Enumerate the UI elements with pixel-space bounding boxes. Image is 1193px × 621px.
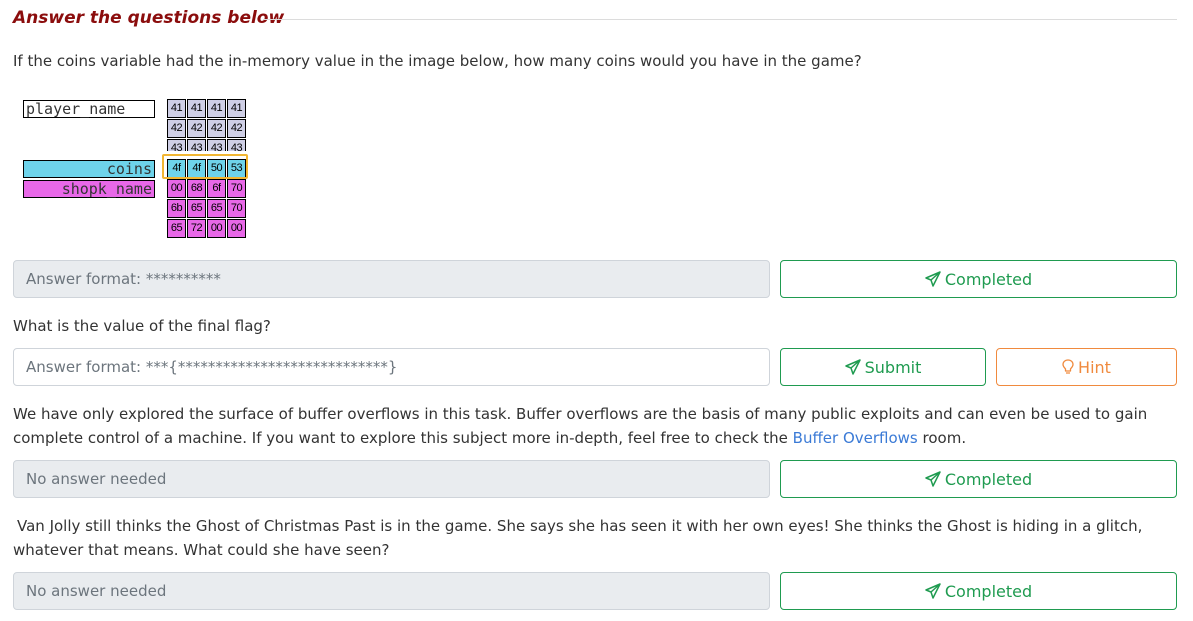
submit-button[interactable]: Submit [780, 348, 986, 386]
coins-label: coins [23, 160, 155, 178]
memory-cell: 6b [167, 199, 186, 218]
memory-cell: 41 [187, 99, 206, 118]
coins-highlight [162, 154, 248, 179]
completed-button-1[interactable]: Completed [780, 260, 1177, 298]
completed-label-3: Completed [944, 469, 1033, 489]
paper-plane-icon [925, 583, 941, 599]
memory-diagram: player_name coins shopk_name 41 41 41 41 42 4… [22, 99, 252, 241]
question-4-text: Van Jolly still thinks the Ghost of Chri… [13, 517, 1143, 559]
memory-cell: 41 [227, 99, 246, 118]
question-2-text: What is the value of the final flag? [13, 317, 271, 335]
memory-cell: 42 [187, 119, 206, 138]
completed-button-4[interactable]: Completed [780, 572, 1177, 610]
memory-cell: 43 [207, 139, 226, 151]
memory-cell: 6f [207, 179, 226, 198]
question-3-text-end: room. [917, 429, 967, 447]
memory-cell: 42 [227, 119, 246, 138]
question-3-text-start: We have only explored the surface of buf… [13, 405, 1148, 447]
memory-cell: 43 [227, 139, 246, 151]
memory-cell: 41 [167, 99, 186, 118]
memory-cell: 65 [207, 199, 226, 218]
memory-cell: 65 [167, 219, 186, 238]
memory-cell: 70 [227, 179, 246, 198]
lightbulb-icon [1062, 359, 1074, 374]
paper-plane-icon [925, 271, 941, 287]
shopk-name-label: shopk_name [23, 180, 155, 198]
submit-label: Submit [864, 357, 922, 377]
hint-label: Hint [1078, 357, 1111, 377]
paper-plane-icon [925, 471, 941, 487]
memory-cell: 65 [187, 199, 206, 218]
memory-cell: 43 [187, 139, 206, 151]
memory-cell: 00 [227, 219, 246, 238]
question-1-text: If the coins variable had the in-memory … [13, 52, 862, 70]
completed-button-3[interactable]: Completed [780, 460, 1177, 498]
completed-label-4: Completed [944, 581, 1033, 601]
memory-cell: 72 [187, 219, 206, 238]
buffer-overflows-link[interactable]: Buffer Overflows [793, 429, 918, 447]
memory-cell: 41 [207, 99, 226, 118]
memory-cell: 70 [227, 199, 246, 218]
question-3-text: We have only explored the surface of buf… [13, 402, 1177, 450]
section-divider [263, 19, 1177, 20]
answer-field-2[interactable]: Answer format: ***{*********************… [13, 348, 770, 386]
paper-plane-icon [844, 359, 861, 375]
section-header: Answer the questions below [13, 7, 1177, 33]
memory-cell: 43 [167, 139, 186, 151]
completed-label-1: Completed [944, 269, 1033, 289]
answer-field-3[interactable]: No answer needed [13, 460, 770, 498]
player-name-label: player_name [23, 100, 155, 118]
answer-field-4[interactable]: No answer needed [13, 572, 770, 610]
memory-cell: 00 [167, 179, 186, 198]
hint-button[interactable]: Hint [996, 348, 1177, 386]
memory-cell: 68 [187, 179, 206, 198]
section-title: Answer the questions below [13, 8, 285, 28]
memory-cell: 42 [207, 119, 226, 138]
memory-cell: 00 [207, 219, 226, 238]
memory-cell: 42 [167, 119, 186, 138]
answer-field-1[interactable]: Answer format: ********** [13, 260, 770, 298]
